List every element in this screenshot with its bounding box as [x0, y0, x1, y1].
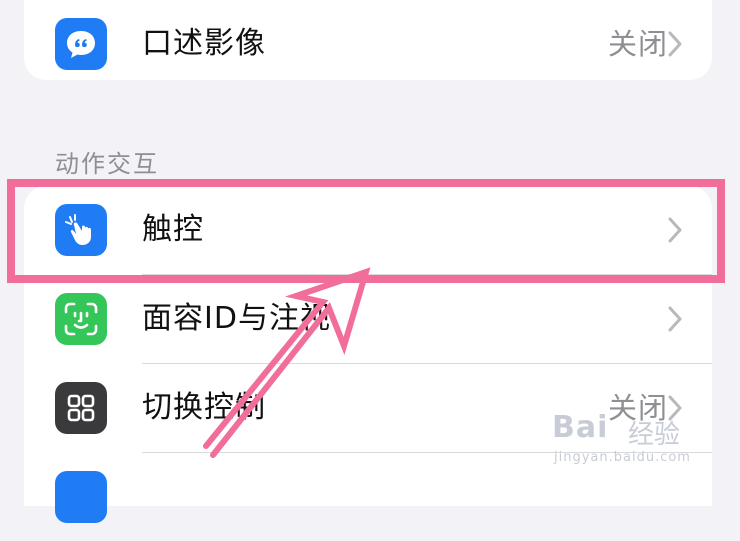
row-switch-control[interactable]: 切换控制 关闭 [24, 364, 712, 452]
hand-touch-icon [55, 204, 107, 256]
switch-control-icon [55, 382, 107, 434]
chevron-right-icon [668, 395, 682, 421]
row-touch[interactable]: 触控 [24, 186, 712, 274]
row-label: 口述影像 [142, 26, 266, 61]
face-id-icon [55, 293, 107, 345]
settings-group-interaction: 触控 面容ID与注视 切换控制 关闭 [24, 186, 712, 523]
row-face-id[interactable]: 面容ID与注视 [24, 275, 712, 363]
chevron-right-icon [668, 306, 682, 332]
row-value: 关闭 [607, 27, 668, 61]
row-value: 关闭 [607, 391, 668, 425]
row-audio-description[interactable]: 口述影像 关闭 [24, 0, 712, 88]
settings-group-top: 口述影像 关闭 [24, 0, 712, 80]
partial-app-icon [55, 471, 107, 523]
section-header: 动作交互 [55, 150, 159, 178]
row-label: 面容ID与注视 [142, 301, 331, 336]
chevron-right-icon [668, 217, 682, 243]
chevron-right-icon [668, 31, 682, 57]
row-label: 切换控制 [142, 390, 266, 425]
row-label: 触控 [142, 212, 204, 247]
row-partial[interactable] [24, 453, 712, 541]
speech-bubble-icon [55, 18, 107, 70]
